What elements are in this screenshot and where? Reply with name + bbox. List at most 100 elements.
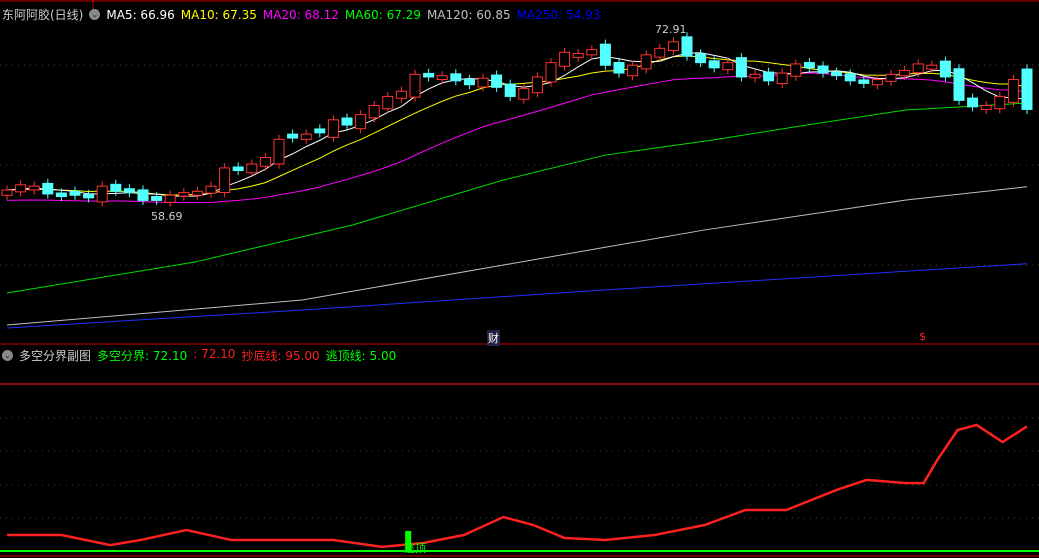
candle-body [844, 73, 856, 82]
ma120-line [6, 186, 1028, 326]
signal-label: 逃顶 [404, 542, 426, 555]
candle-body [831, 71, 843, 77]
candle-body [939, 60, 951, 78]
candle-body [83, 193, 95, 199]
candle-body [871, 79, 883, 86]
ma-legend-item: MA60: 67.29 [344, 7, 421, 22]
candle-body [123, 188, 135, 194]
candle-body [926, 64, 938, 70]
long-short-line [7, 423, 1028, 549]
ma-legend-item: MA20: 68.12 [262, 7, 339, 22]
candle-body [232, 166, 244, 172]
candle-body [1021, 68, 1033, 110]
candle-body [667, 41, 679, 52]
sub-legend-item: 逃顶线: 5.00 [325, 349, 397, 363]
candle-body [395, 90, 407, 99]
candle-body [654, 47, 666, 58]
candle-body [504, 83, 516, 97]
ma-legend-item: MA5: 66.96 [106, 7, 175, 22]
candle-body [749, 73, 761, 79]
candle-body [790, 63, 802, 77]
candle-body [695, 53, 707, 64]
candle-body [423, 72, 435, 78]
candle-body [355, 114, 367, 130]
finance-marker[interactable]: 财 [487, 330, 500, 346]
candle-body [899, 69, 911, 77]
candle-body [885, 73, 897, 82]
candle-body [28, 185, 40, 191]
candle-body [817, 65, 829, 74]
candle-body [586, 49, 598, 56]
ma-legend-item: MA10: 67.35 [180, 7, 257, 22]
ma250-line [6, 263, 1028, 329]
candle-body [953, 68, 965, 101]
chart-canvas [0, 0, 1039, 557]
candle-body [545, 62, 557, 83]
candle-body [151, 196, 163, 201]
sub-legend-item: : 72.10 [193, 347, 236, 361]
candle-body [858, 79, 870, 84]
candle-body [518, 88, 530, 100]
sub-legend-item: 抄底线: 95.00 [241, 349, 320, 363]
candle-body [55, 192, 67, 198]
candle-body [327, 119, 339, 138]
candle-body [191, 190, 203, 196]
candle-body [42, 182, 54, 195]
candle-body [259, 157, 271, 167]
candle-body [69, 190, 81, 196]
candle-body [205, 185, 217, 194]
candle-body [246, 163, 258, 174]
candle-body [382, 95, 394, 110]
stock-title: 东阿阿胶(日线) [2, 8, 84, 22]
candle-body [980, 105, 992, 110]
candle-body [640, 54, 652, 70]
candle-body [967, 97, 979, 108]
low-price-label: 58.69 [151, 210, 183, 223]
candle-body [314, 128, 326, 134]
candle-body [572, 53, 584, 58]
candle-body [708, 60, 720, 69]
sub-title: 多空分界副图 [19, 349, 92, 363]
chevron-down-icon[interactable]: ⌄ [2, 350, 13, 361]
candle-body [164, 194, 176, 203]
candle-body [287, 133, 299, 139]
ma20-line [6, 72, 1028, 204]
candle-body [803, 62, 815, 69]
candle-body [1, 189, 13, 196]
sub-legend-item: 多空分界: 72.10 [97, 349, 188, 363]
candle-body [491, 74, 503, 88]
dividend-marker[interactable]: $ [919, 330, 926, 343]
chevron-down-icon[interactable]: ⌄ [89, 9, 101, 20]
candle-body [599, 43, 611, 66]
candle-body [1007, 79, 1019, 103]
candle-body [178, 192, 190, 197]
ma5-line [6, 52, 1028, 197]
candle-body [436, 75, 448, 81]
ma-legend-item: MA120: 60.85 [426, 7, 511, 22]
candle-body [219, 167, 231, 193]
candle-body [613, 62, 625, 74]
candle-body [627, 64, 639, 77]
candle-body [368, 105, 380, 119]
candle-body [273, 138, 285, 165]
candle-body [477, 77, 489, 88]
ma10-line [6, 55, 1028, 196]
candle-body [15, 184, 27, 193]
candle-body [137, 189, 149, 201]
candle-body [409, 73, 421, 98]
candle-body [531, 76, 543, 94]
candle-body [110, 183, 122, 192]
candle-body [722, 62, 734, 71]
candle-body [341, 117, 353, 126]
ma-legend-item: MA250: 54.93 [516, 7, 601, 22]
candle-body [681, 36, 693, 57]
candle-body [776, 72, 788, 85]
candle-body [300, 133, 312, 140]
candle-body [735, 57, 747, 78]
candle-body [994, 95, 1006, 110]
candle-body [912, 63, 924, 74]
high-price-label: 72.91 [655, 23, 687, 36]
candle-body [96, 185, 108, 203]
candle-body [450, 73, 462, 82]
candle-body [763, 71, 775, 82]
